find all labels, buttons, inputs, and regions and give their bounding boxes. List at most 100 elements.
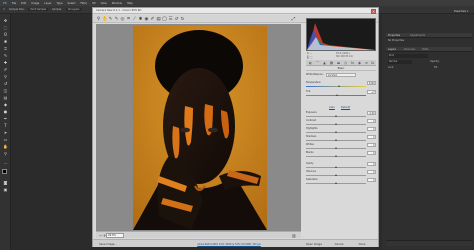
slider-thumb[interactable]: [337, 84, 340, 87]
clone-stamp-tool-icon[interactable]: ⚲: [2, 74, 9, 79]
zoom-out-icon[interactable]: −: [99, 233, 102, 238]
healing-brush-tool-icon[interactable]: ✚: [2, 60, 9, 65]
pen-tool-icon[interactable]: ✒: [2, 116, 9, 121]
tab-channels[interactable]: Channels: [404, 47, 415, 52]
preferences-icon[interactable]: ☰: [168, 17, 173, 22]
open-image-button[interactable]: Open Image: [305, 242, 323, 247]
slider-value-field[interactable]: 0: [367, 151, 376, 155]
crop-tool-icon[interactable]: ⌗: [126, 17, 131, 22]
foreground-color-swatch[interactable]: [2, 169, 7, 174]
spot-removal-tool-icon[interactable]: ✱: [138, 17, 143, 22]
menu-item-type[interactable]: Type: [57, 2, 63, 5]
slider-value-field[interactable]: 0: [367, 162, 376, 166]
white-balance-select[interactable]: As Shot: [326, 72, 356, 77]
slider-thumb[interactable]: [334, 138, 337, 141]
sample-size-select[interactable]: Point Sample: [28, 8, 49, 11]
slider-thumb[interactable]: [334, 130, 337, 133]
crop-tool-icon[interactable]: ⌗: [2, 46, 9, 51]
fullscreen-icon[interactable]: ⤢: [291, 17, 296, 22]
eraser-tool-icon[interactable]: ◫: [2, 88, 9, 93]
slider-thumb[interactable]: [334, 122, 337, 125]
menu-item-file[interactable]: File: [12, 2, 16, 5]
tab-layers[interactable]: Layers: [388, 47, 396, 52]
basic-tab-icon[interactable]: ◐: [308, 61, 313, 66]
targeted-adjustment-tool-icon[interactable]: ◎: [120, 17, 125, 22]
slider-thumb[interactable]: [334, 146, 337, 149]
auto-link[interactable]: Auto: [329, 106, 335, 109]
white-balance-tool-icon[interactable]: ✎: [108, 17, 113, 22]
effects-tab-icon[interactable]: fx: [350, 61, 355, 66]
lasso-tool-icon[interactable]: ʘ: [2, 32, 9, 37]
slider-value-field[interactable]: 0: [367, 119, 376, 123]
tab-paths[interactable]: Paths: [422, 47, 429, 52]
menu-item-window[interactable]: Window: [112, 2, 122, 5]
slider-value-field[interactable]: 0: [367, 178, 376, 182]
menu-item-filter[interactable]: Filter: [81, 2, 87, 5]
slider-thumb[interactable]: [334, 181, 337, 184]
quick-select-tool-icon[interactable]: ✱: [2, 39, 9, 44]
shape-tool-icon[interactable]: ▭: [2, 137, 9, 142]
radial-filter-icon[interactable]: ◯: [162, 17, 167, 22]
slider-value-field[interactable]: 0: [367, 143, 376, 147]
history-brush-tool-icon[interactable]: ↺: [2, 81, 9, 86]
tab-properties[interactable]: Properties: [388, 33, 400, 38]
slider-track[interactable]: [306, 85, 366, 87]
layer-kind-filter[interactable]: Kind: [388, 54, 428, 58]
eyedropper-icon[interactable]: ✎: [3, 8, 5, 11]
close-icon[interactable]: ×: [371, 8, 376, 14]
menu-item-3d[interactable]: 3D: [92, 2, 96, 5]
blur-tool-icon[interactable]: ◆: [2, 102, 9, 107]
zoom-tool-icon[interactable]: ⚲: [2, 151, 9, 156]
menu-item-edit[interactable]: Edit: [21, 2, 26, 5]
move-tool-icon[interactable]: ✥: [2, 18, 9, 23]
marquee-tool-icon[interactable]: ⬚: [2, 25, 9, 30]
menu-item-view[interactable]: View: [101, 2, 107, 5]
menu-item-help[interactable]: Help: [127, 2, 133, 5]
screen-mode-icon[interactable]: ▣: [2, 187, 9, 192]
gradient-tool-icon[interactable]: ▤: [2, 95, 9, 100]
adjustment-brush-icon[interactable]: ✐: [150, 17, 155, 22]
default-link[interactable]: Default: [341, 106, 350, 109]
slider-value-field[interactable]: +7: [367, 90, 376, 94]
split-toning-tab-icon[interactable]: ▬: [336, 61, 341, 66]
sample-select[interactable]: All Layers: [65, 8, 82, 11]
menu-item-layer[interactable]: Layer: [44, 2, 51, 5]
zoom-tool-icon[interactable]: ⚲: [96, 17, 101, 22]
slider-value-field[interactable]: 0: [367, 135, 376, 139]
brush-tool-icon[interactable]: ✐: [2, 67, 9, 72]
quick-mask-icon[interactable]: ◙: [2, 180, 9, 185]
slider-thumb[interactable]: [334, 154, 337, 157]
rotate-ccw-icon[interactable]: ↺: [174, 17, 179, 22]
tab-adjustments[interactable]: Adjustments: [410, 33, 425, 38]
done-button[interactable]: Done: [355, 242, 369, 247]
tone-curve-tab-icon[interactable]: ⌒: [315, 61, 320, 66]
path-select-tool-icon[interactable]: ➤: [2, 130, 9, 135]
rotate-cw-icon[interactable]: ↻: [180, 17, 185, 22]
slider-thumb[interactable]: [334, 114, 337, 117]
red-eye-tool-icon[interactable]: ◉: [144, 17, 149, 22]
workflow-options-link[interactable]: Adobe RGB (1998); 8 bit; 3648 by 5472 (2…: [189, 242, 269, 247]
slider-value-field[interactable]: 0: [367, 127, 376, 131]
straighten-tool-icon[interactable]: ⟋: [132, 17, 137, 22]
hand-tool-icon[interactable]: ✋: [102, 17, 108, 22]
hsl-tab-icon[interactable]: ▦: [329, 61, 334, 66]
menu-item-image[interactable]: Image: [31, 2, 39, 5]
dodge-tool-icon[interactable]: ●: [2, 109, 9, 114]
color-sampler-tool-icon[interactable]: ✎: [114, 17, 119, 22]
hand-tool-icon[interactable]: ✋: [2, 144, 9, 149]
snapshots-tab-icon[interactable]: ⧉: [370, 61, 375, 66]
slider-thumb[interactable]: [334, 173, 337, 176]
blend-mode-select[interactable]: Normal: [388, 60, 412, 64]
slider-value-field[interactable]: 5200: [367, 81, 376, 85]
image-preview-area[interactable]: [96, 24, 301, 231]
app-logo[interactable]: PS: [3, 2, 7, 5]
camera-calibration-tab-icon[interactable]: ◉: [357, 61, 362, 66]
zoom-level-field[interactable]: 26.8%: [106, 233, 124, 238]
type-tool-icon[interactable]: T: [2, 123, 9, 128]
eyedropper-tool-icon[interactable]: ✎: [2, 53, 9, 58]
more-tools-icon[interactable]: …: [2, 160, 9, 165]
cancel-button[interactable]: Cancel: [331, 242, 347, 247]
slider-value-field[interactable]: 0.00: [367, 111, 376, 115]
before-after-icon[interactable]: ▥: [292, 233, 296, 238]
menu-item-select[interactable]: Select: [67, 2, 75, 5]
